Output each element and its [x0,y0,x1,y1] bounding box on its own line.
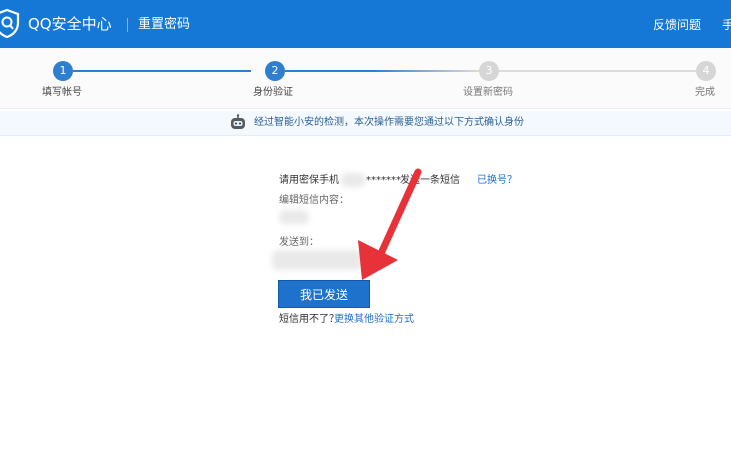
robot-icon [231,114,245,129]
send-to-label: 发送到： [279,237,319,248]
step-3-circle: 3 [479,61,499,81]
progress-steps: 1 2 3 4 填写帐号 身份验证 设置新密码 完成 [0,48,731,109]
step-4-circle: 4 [696,61,716,81]
step-connector-2 [285,70,480,72]
step-connector-3 [498,70,696,72]
sms-instruction-prefix: 请用密保手机 [279,175,339,186]
sms-content-blur [279,210,309,224]
page-subtitle: 重置密码 [138,17,191,32]
sms-unavailable-text: 短信用不了？ [279,314,339,325]
red-arrow-annotation [358,168,422,280]
step-1-circle: 1 [53,61,73,81]
sms-content-label: 编辑短信内容： [279,195,349,206]
feedback-link[interactable]: 反馈问题 [653,18,701,32]
step-4-label: 完成 [695,87,715,98]
changed-number-link[interactable]: 已换号？ [477,175,517,187]
verification-notice: 经过智能小安的检测，本次操作需要您通过以下方式确认身份 [0,111,731,136]
change-verification-link[interactable]: 更换其他验证方式 [334,314,414,326]
step-2-circle: 2 [265,61,285,81]
top-header: QQ安全中心 重置密码 反馈问题 手 [0,0,731,48]
step-1-label: 填写帐号 [42,87,82,98]
notice-text: 经过智能小安的检测，本次操作需要您通过以下方式确认身份 [254,117,524,128]
step-3-label: 设置新密码 [463,87,513,98]
step-2-label: 身份验证 [253,87,293,98]
step-connector-1 [73,70,251,72]
header-more-link[interactable]: 手 [722,18,731,32]
header-divider [127,18,128,32]
shield-logo-icon [0,8,20,38]
i-have-sent-button[interactable]: 我已发送 [278,280,370,308]
brand-title: QQ安全中心 [28,15,112,33]
